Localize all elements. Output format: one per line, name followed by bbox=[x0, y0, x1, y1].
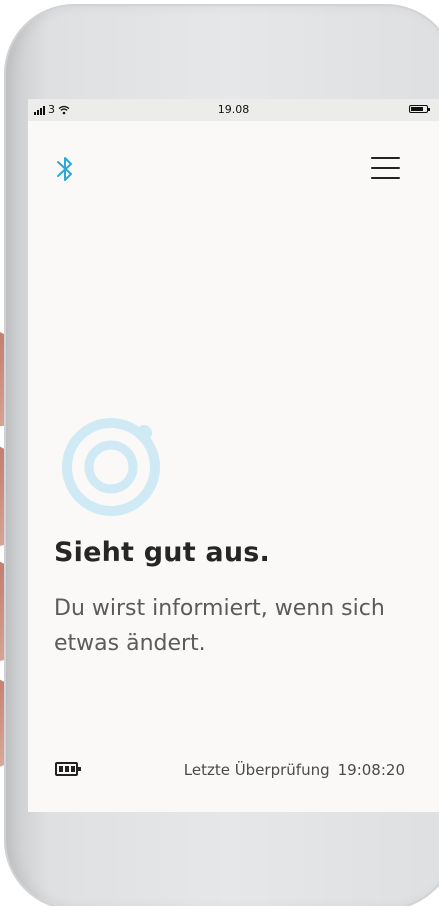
status-battery-icon bbox=[409, 105, 430, 113]
status-time: 19.08 bbox=[217, 103, 250, 116]
bluetooth-icon[interactable] bbox=[54, 153, 76, 185]
app-screen: 3 19.08 Sieht gut aus. Du wirst informie… bbox=[28, 99, 439, 812]
battery-icon bbox=[55, 762, 81, 776]
last-check-label: Letzte Überprüfung bbox=[183, 761, 330, 779]
last-check: Letzte Überprüfung 19:08:20 bbox=[184, 761, 405, 779]
battery-cells bbox=[59, 766, 75, 772]
ring-status-icon bbox=[62, 418, 160, 516]
last-check-time: 19:08:20 bbox=[337, 761, 405, 779]
status-bar: 3 19.08 bbox=[28, 99, 439, 121]
status-headline: Sieht gut aus. bbox=[54, 537, 270, 568]
status-message: Du wirst informiert, wenn sich etwas änd… bbox=[54, 596, 385, 656]
hamburger-menu-icon[interactable] bbox=[371, 156, 401, 180]
photo-stage: 3 19.08 Sieht gut aus. Du wirst informie… bbox=[0, 0, 439, 906]
status-battery-fill bbox=[411, 107, 423, 111]
